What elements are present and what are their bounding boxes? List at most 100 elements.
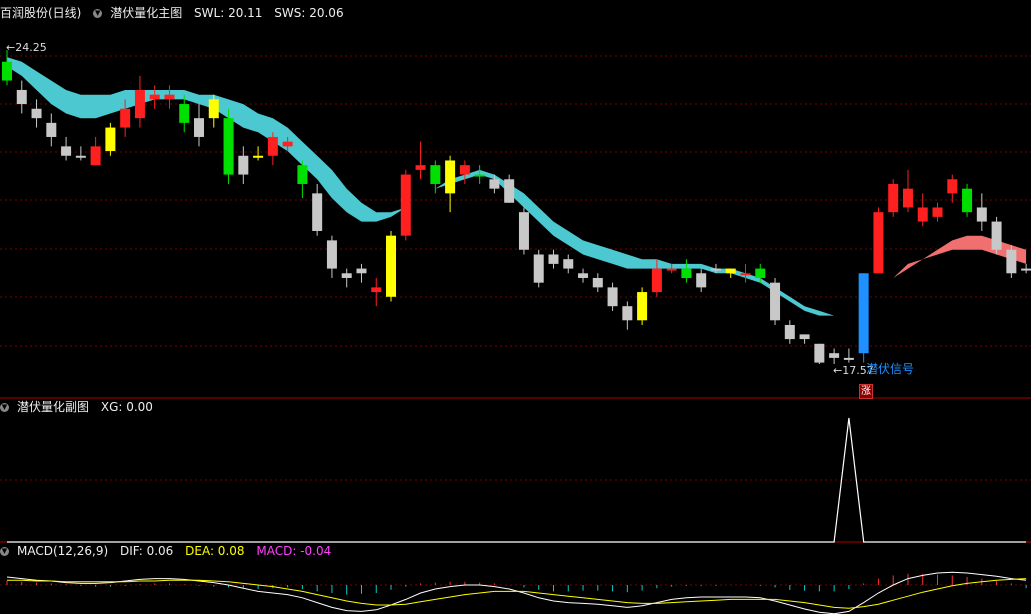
sub-indicator-name[interactable]: 潜伏量化副图: [17, 400, 89, 414]
candle: [208, 94, 219, 128]
candle: [430, 160, 441, 194]
candle-body: [932, 207, 943, 217]
sws-value: SWS: 20.06: [274, 6, 344, 20]
macd-indicator-name[interactable]: MACD(12,26,9): [17, 544, 108, 558]
candle-body: [533, 254, 544, 283]
macd-plot: [6, 571, 1027, 614]
candle: [518, 207, 529, 255]
candle: [2, 50, 12, 86]
candle: [356, 263, 367, 283]
candle-body: [341, 273, 352, 278]
candle: [681, 259, 692, 283]
candle-body: [902, 188, 913, 208]
candle: [312, 183, 323, 236]
candle: [829, 348, 840, 364]
candle-body: [474, 174, 485, 177]
candle: [253, 146, 264, 161]
candle: [932, 202, 943, 222]
candle: [1021, 263, 1031, 274]
candle-body: [725, 268, 736, 274]
candle-body: [386, 235, 397, 297]
candle-body: [548, 254, 559, 264]
candle-body: [784, 324, 795, 340]
candle-body: [858, 273, 869, 354]
dea-value: DEA: 0.08: [185, 544, 245, 558]
candle-body: [563, 259, 574, 269]
candle: [533, 249, 544, 288]
candle: [445, 155, 456, 213]
candle-body: [282, 141, 293, 147]
candle-body: [459, 165, 470, 175]
stock-name[interactable]: 百润股份(日线): [0, 6, 81, 20]
candle: [149, 85, 160, 109]
candle: [725, 268, 736, 278]
candle-body: [962, 188, 973, 213]
candle-body: [120, 108, 131, 128]
candle-body: [179, 104, 190, 123]
candle: [770, 277, 781, 325]
candle: [16, 80, 27, 114]
candle-body: [31, 108, 42, 119]
dif-value: DIF: 0.06: [119, 544, 174, 558]
candle-body: [607, 287, 618, 307]
candle: [459, 160, 470, 184]
candle-body: [371, 287, 382, 293]
candle-body: [445, 160, 456, 194]
candle-body: [651, 268, 662, 293]
candle-body: [770, 282, 781, 321]
candle: [194, 104, 205, 147]
main-indicator-name[interactable]: 潜伏量化主图: [110, 6, 182, 20]
dif-line: [6, 571, 1027, 614]
candle: [622, 301, 633, 330]
candle-body: [2, 61, 12, 81]
high-price-label: ←24.25: [6, 41, 47, 54]
dea-line: [7, 578, 1027, 609]
candle-body: [356, 268, 367, 274]
candle-body: [223, 118, 234, 175]
candle: [947, 174, 958, 203]
sub-panel-header: ▼ 潜伏量化副图 XG: 0.00: [0, 398, 161, 416]
candle-body: [917, 207, 928, 222]
main-panel-header: 百润股份(日线) ▼ 潜伏量化主图 SWL: 20.11 SWS: 20.06: [0, 4, 352, 22]
candle: [1006, 245, 1017, 278]
candle-body: [415, 165, 426, 170]
candle: [917, 193, 928, 227]
candle-body: [326, 240, 337, 269]
candle-body: [814, 343, 825, 363]
candle: [415, 141, 426, 180]
candle: [784, 320, 795, 344]
candle: [888, 179, 899, 217]
candle-body: [991, 221, 1002, 250]
candle-body: [105, 127, 116, 152]
rise-badge: 涨: [859, 384, 873, 399]
candle: [991, 216, 1002, 255]
candle-body: [637, 292, 648, 321]
candle-body: [1021, 268, 1031, 271]
macd-menu-icon[interactable]: ▼: [0, 547, 9, 556]
candle-body: [888, 183, 899, 213]
candle-body: [873, 212, 884, 274]
candle-body: [430, 165, 441, 184]
candle: [637, 287, 648, 325]
candle-body: [16, 89, 27, 105]
swl-value: SWL: 20.11: [194, 6, 263, 20]
indicator-menu-icon[interactable]: ▼: [93, 9, 103, 18]
candle-body: [799, 334, 810, 340]
candle-body: [90, 146, 101, 166]
candle-body: [194, 118, 205, 137]
candle-body: [238, 155, 249, 175]
candles: [2, 50, 1031, 364]
candle: [873, 207, 884, 274]
candle: [548, 249, 559, 269]
candle: [386, 230, 397, 302]
candle: [46, 113, 57, 147]
macd-panel-header: ▼ MACD(12,26,9) DIF: 0.06 DEA: 0.08 MACD:…: [0, 542, 339, 560]
candle-body: [253, 155, 264, 158]
candle-body: [489, 179, 500, 189]
candle-body: [740, 273, 751, 276]
candle: [578, 268, 589, 283]
sub-indicator-menu-icon[interactable]: ▼: [0, 403, 9, 412]
candle-body: [843, 357, 854, 360]
candle: [474, 165, 485, 184]
candle: [297, 160, 308, 199]
